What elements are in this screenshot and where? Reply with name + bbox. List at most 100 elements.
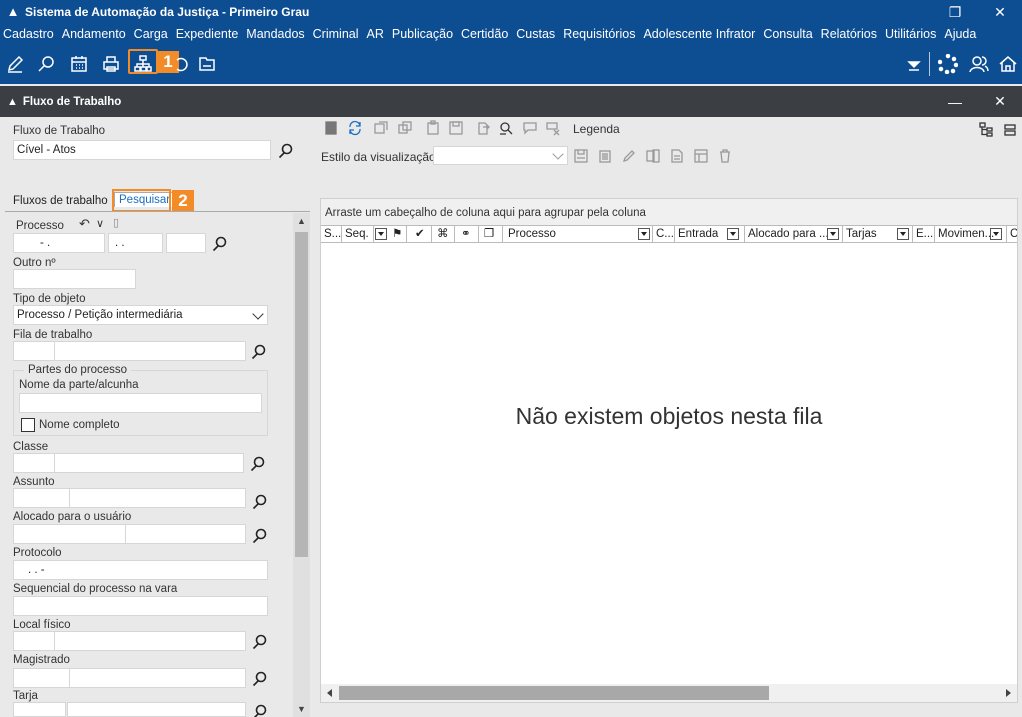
alocado-name-input[interactable] [125, 524, 246, 544]
col-header-s[interactable]: S... [321, 226, 342, 243]
menu-relatorios[interactable]: Relatórios [817, 27, 881, 41]
sequencial-input[interactable] [13, 596, 268, 616]
grid-horizontal-scrollbar[interactable] [321, 684, 1017, 702]
list-view-icon[interactable] [1001, 121, 1019, 139]
restore-icon[interactable]: ❐ [932, 0, 978, 24]
menu-carga[interactable]: Carga [130, 27, 172, 41]
loading-spinner-icon[interactable] [936, 52, 960, 76]
col-header-seq[interactable]: Seq. [342, 226, 374, 243]
edit-view-icon[interactable] [620, 147, 638, 165]
col-filter-entrada-icon[interactable] [727, 228, 739, 240]
refresh-partial-icon[interactable] [170, 52, 194, 76]
find-icon[interactable] [497, 119, 515, 137]
comment-icon[interactable] [521, 119, 539, 137]
local-name-input[interactable] [54, 631, 246, 651]
col-header-copy-icon[interactable]: ❐ [481, 226, 503, 243]
tarja-search-icon[interactable] [252, 704, 268, 717]
fluxo-input[interactable]: Cível - Atos [13, 140, 271, 160]
local-code-input[interactable] [13, 631, 55, 651]
menu-publicacao[interactable]: Publicação [388, 27, 457, 41]
menu-requisitorios[interactable]: Requisitórios [559, 27, 639, 41]
classe-search-icon[interactable] [250, 456, 266, 472]
menu-consulta[interactable]: Consulta [759, 27, 816, 41]
trash-icon[interactable] [716, 147, 734, 165]
col-filter-tarjas-icon[interactable] [897, 228, 909, 240]
processo-part3-input[interactable] [166, 233, 206, 253]
fila-search-icon[interactable] [251, 344, 267, 360]
document-icon[interactable] [668, 147, 686, 165]
tab-fluxos[interactable]: Fluxos de trabalho [13, 195, 108, 207]
grid-scrollbar-thumb[interactable] [339, 686, 769, 700]
col-header-tree-icon[interactable]: ⌘ [434, 226, 455, 243]
assunto-search-icon[interactable] [252, 494, 268, 510]
col-header-c[interactable]: C... [653, 226, 675, 243]
search-document-icon[interactable] [35, 52, 59, 76]
magistrado-search-icon[interactable] [252, 671, 268, 687]
magistrado-name-input[interactable] [69, 668, 246, 688]
folder-icon[interactable] [195, 52, 219, 76]
edit-icon[interactable] [3, 52, 27, 76]
export-icon[interactable] [474, 119, 492, 137]
undo-icon[interactable]: ↶ [79, 216, 90, 232]
fila-code-input[interactable] [13, 341, 55, 361]
col-header-check-icon[interactable]: ✔ [412, 226, 432, 243]
alocado-search-icon[interactable] [252, 528, 268, 544]
menu-andamento[interactable]: Andamento [58, 27, 130, 41]
tarja-code-input[interactable] [13, 702, 66, 717]
nome-parte-input[interactable] [19, 393, 262, 413]
outro-input[interactable] [13, 269, 136, 289]
group-by-hint[interactable]: Arraste um cabeçalho de coluna aqui para… [321, 199, 1017, 225]
scroll-up-arrow-icon[interactable]: ▲ [297, 216, 306, 226]
alocado-code-input[interactable] [13, 524, 126, 544]
move-icon[interactable] [372, 119, 390, 137]
scroll-down-arrow-icon[interactable]: ▼ [297, 704, 306, 714]
processo-part2-input[interactable]: . . [108, 233, 163, 253]
left-scrollbar-thumb[interactable] [295, 232, 308, 557]
col-filter-processo-icon[interactable] [638, 228, 650, 240]
tarja-name-input[interactable] [67, 702, 246, 717]
scroll-right-arrow-icon[interactable] [1006, 689, 1011, 697]
tree-view-icon[interactable] [977, 121, 995, 139]
menu-custas[interactable]: Custas [512, 27, 559, 41]
processo-part1-input[interactable]: - . [13, 233, 105, 253]
nome-completo-checkbox[interactable] [21, 418, 35, 432]
save-view-icon[interactable] [572, 147, 590, 165]
menu-criminal[interactable]: Criminal [309, 27, 363, 41]
fluxo-search-icon[interactable] [278, 143, 294, 159]
home-icon[interactable] [996, 52, 1020, 76]
menu-cadastro[interactable]: Cadastro [0, 27, 58, 41]
minimize-icon[interactable]: — [932, 86, 978, 117]
col-filter-seq-icon[interactable] [375, 228, 387, 240]
col-header-e[interactable]: E... [913, 226, 935, 243]
columns-icon[interactable] [692, 147, 710, 165]
menu-ar[interactable]: AR [363, 27, 388, 41]
menu-ajuda[interactable]: Ajuda [940, 27, 980, 41]
processo-search-icon[interactable] [212, 236, 228, 252]
menu-utilitarios[interactable]: Utilitários [881, 27, 940, 41]
window-close-icon[interactable]: ✕ [977, 86, 1022, 117]
assunto-code-input[interactable] [13, 488, 70, 508]
local-search-icon[interactable] [252, 634, 268, 650]
classe-code-input[interactable] [13, 453, 55, 473]
bookmark-icon[interactable] [322, 119, 340, 137]
col-header-c2[interactable]: C [1007, 226, 1017, 243]
calendar-icon[interactable] [67, 52, 91, 76]
delete-view-icon[interactable] [596, 147, 614, 165]
close-icon[interactable]: ✕ [977, 0, 1022, 24]
tipo-select[interactable]: Processo / Petição intermediária [13, 305, 268, 325]
menu-mandados[interactable]: Mandados [242, 27, 308, 41]
assunto-name-input[interactable] [69, 488, 246, 508]
users-icon[interactable] [967, 52, 991, 76]
classe-name-input[interactable] [54, 453, 244, 473]
col-header-link-icon[interactable]: ⚭ [458, 226, 479, 243]
copy-icon[interactable] [396, 119, 414, 137]
magistrado-code-input[interactable] [13, 668, 70, 688]
col-header-processo[interactable]: Processo [505, 226, 653, 243]
refresh-icon[interactable] [346, 119, 364, 137]
excel-icon[interactable] [644, 147, 662, 165]
menu-expediente[interactable]: Expediente [172, 27, 243, 41]
menu-adolescente-infrator[interactable]: Adolescente Infrator [639, 27, 759, 41]
chevron-down-icon[interactable]: ∨ [96, 217, 104, 230]
note-icon[interactable]: ▯ [113, 216, 119, 229]
dropdown-arrow-icon[interactable] [902, 52, 926, 76]
